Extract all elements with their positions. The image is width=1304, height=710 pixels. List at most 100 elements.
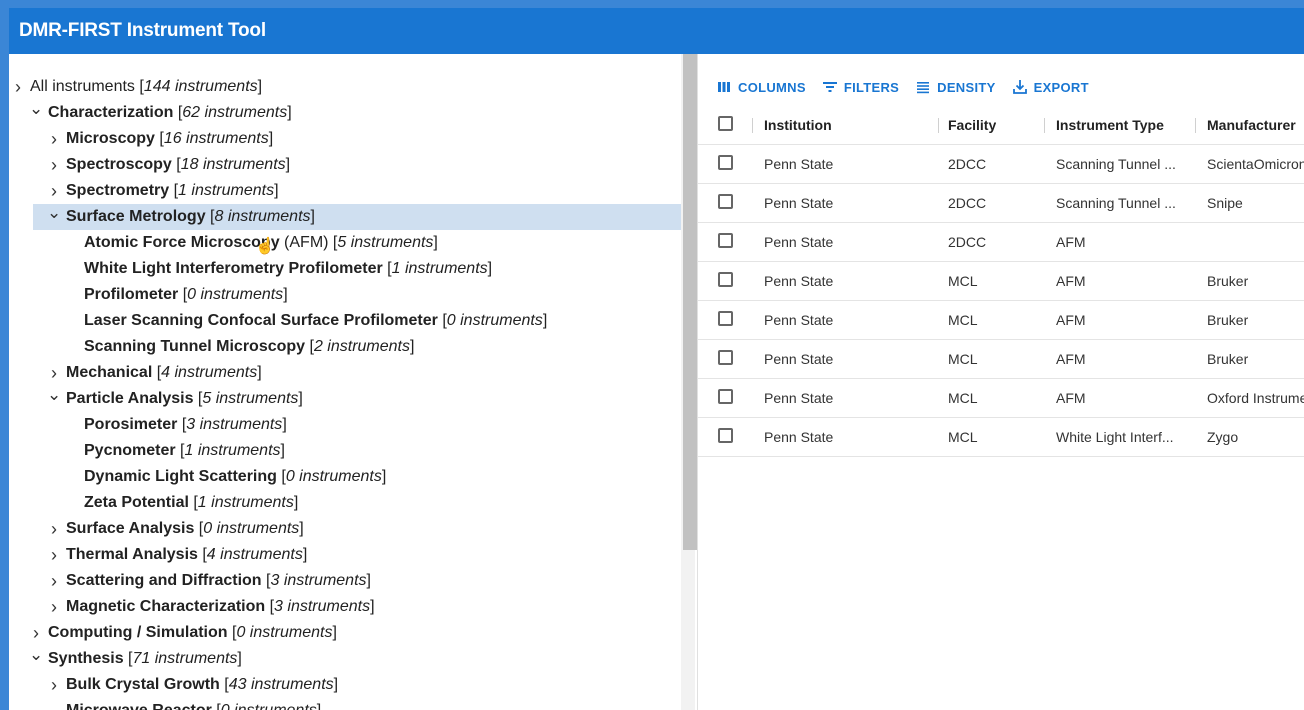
tree-node-scattering-and-diffraction[interactable]: › Scattering and Diffraction [3 instrumen… <box>9 568 681 594</box>
column-header-manufacturer[interactable]: Manufacturer <box>1207 106 1296 144</box>
column-separator[interactable] <box>752 118 753 133</box>
tree-node-synthesis[interactable]: ⌄ Synthesis [71 instruments] <box>9 645 681 672</box>
chevron-right-icon[interactable]: › <box>47 126 61 152</box>
tree-node-count-value: 18 instruments <box>180 156 286 173</box>
tree-node-count-value: 3 instruments <box>270 572 367 589</box>
tree-node-spectroscopy[interactable]: › Spectroscopy [18 instruments] <box>9 152 681 178</box>
tree-node-bulk-crystal-growth[interactable]: › Bulk Crystal Growth [43 instruments] <box>9 672 681 698</box>
chevron-right-icon[interactable]: › <box>47 516 61 542</box>
tree-node-name: Laser Scanning Confocal Surface Profilom… <box>84 312 438 329</box>
tree-node-laser-scanning-confocal-surface-profilometer[interactable]: Laser Scanning Confocal Surface Profilom… <box>9 308 681 334</box>
export-button[interactable]: EXPORT <box>1012 79 1089 95</box>
tree-scrollbar-thumb[interactable] <box>683 54 697 550</box>
tree-node-scanning-tunnel-microscopy[interactable]: Scanning Tunnel Microscopy [2 instrument… <box>9 334 681 360</box>
tree-node-label: Surface Metrology [8 instruments] <box>66 204 315 230</box>
table-row[interactable]: Penn State 2DCC Scanning Tunnel ... Snipe <box>698 184 1304 223</box>
tree-node-label: Spectroscopy [18 instruments] <box>66 152 290 178</box>
chevron-right-icon[interactable]: › <box>47 594 61 620</box>
tree-node-name: Microwave Reactor <box>66 702 212 710</box>
tree-node-magnetic-characterization[interactable]: › Magnetic Characterization [3 instrument… <box>9 594 681 620</box>
chevron-down-icon[interactable]: ⌄ <box>29 642 43 668</box>
chevron-right-icon[interactable]: › <box>11 74 25 100</box>
tree-node-label: Magnetic Characterization [3 instruments… <box>66 594 375 620</box>
tree-node-microscopy[interactable]: › Microscopy [16 instruments] <box>9 126 681 152</box>
chevron-down-icon[interactable]: ⌄ <box>29 96 43 122</box>
tree-node-spectrometry[interactable]: › Spectrometry [1 instruments] <box>9 178 681 204</box>
tree-node-thermal-analysis[interactable]: › Thermal Analysis [4 instruments] <box>9 542 681 568</box>
tree-node-dynamic-light-scattering[interactable]: Dynamic Light Scattering [0 instruments] <box>9 464 681 490</box>
tree-node-microwave-reactor[interactable]: Microwave Reactor [0 instruments] <box>9 698 681 710</box>
select-all-checkbox[interactable] <box>718 116 733 131</box>
tree-node-atomic-force-microscopy[interactable]: Atomic Force Microscopy (AFM) [5 instrum… <box>9 230 681 256</box>
table-row[interactable]: Penn State MCL White Light Interf... Zygo <box>698 418 1304 457</box>
tree-node-label: Characterization [62 instruments] <box>48 100 292 126</box>
tree-node-mechanical[interactable]: › Mechanical [4 instruments] <box>9 360 681 386</box>
tree-node-count-value: 1 instruments <box>178 182 275 199</box>
chevron-down-icon[interactable]: ⌄ <box>47 382 61 408</box>
tree-node-count: [43 instruments] <box>219 676 339 693</box>
tree-node-count-value: 144 instruments <box>143 78 258 95</box>
tree-node-count-value: 16 instruments <box>163 130 269 147</box>
tree-node-count: [0 instruments] <box>178 286 288 303</box>
tree-node-surface-metrology[interactable]: ⌄ Surface Metrology [8 instruments] <box>33 203 681 230</box>
chevron-right-icon[interactable]: › <box>47 152 61 178</box>
tree-node-count-value: 0 instruments <box>187 286 284 303</box>
table-row[interactable]: Penn State MCL AFM Bruker <box>698 301 1304 340</box>
tree-node-particle-analysis[interactable]: ⌄ Particle Analysis [5 instruments] <box>9 385 681 412</box>
filters-button[interactable]: FILTERS <box>822 79 899 95</box>
cell-manufacturer: Bruker <box>1207 312 1249 328</box>
table-row[interactable]: Penn State MCL AFM Bruker <box>698 262 1304 301</box>
tree-node-profilometer[interactable]: Profilometer [0 instruments] <box>9 282 681 308</box>
tree-node-count-value: 3 instruments <box>186 416 283 433</box>
table-row[interactable]: Penn State 2DCC AFM <box>698 223 1304 262</box>
tree-node-count: [1 instruments] <box>382 260 493 277</box>
tree-node-porosimeter[interactable]: Porosimeter [3 instruments] <box>9 412 681 438</box>
tree-node-pycnometer[interactable]: Pycnometer [1 instruments] <box>9 438 681 464</box>
tree-node-count-value: 4 instruments <box>161 364 258 381</box>
columns-button[interactable]: COLUMNS <box>716 79 806 95</box>
column-separator[interactable] <box>938 118 939 133</box>
tree-node-label: Profilometer [0 instruments] <box>84 282 288 308</box>
tree-node-characterization[interactable]: ⌄ Characterization [62 instruments] <box>9 99 681 126</box>
tree-node-count-value: 3 instruments <box>274 598 371 615</box>
row-checkbox[interactable] <box>718 428 733 443</box>
tree-node-white-light-interferometry-profilometer[interactable]: White Light Interferometry Profilometer … <box>9 256 681 282</box>
chevron-right-icon[interactable]: › <box>47 672 61 698</box>
tree-node-label: Microscopy [16 instruments] <box>66 126 273 152</box>
tree-node-name: Surface Metrology <box>66 208 206 225</box>
cell-manufacturer: Zygo <box>1207 429 1239 445</box>
tree-node-name: All instruments <box>30 78 135 95</box>
row-checkbox[interactable] <box>718 155 733 170</box>
panel-splitter[interactable] <box>681 54 697 710</box>
column-header-facility[interactable]: Facility <box>948 106 996 144</box>
cell-instrument-type: AFM <box>1056 312 1086 328</box>
table-row[interactable]: Penn State MCL AFM Bruker <box>698 340 1304 379</box>
cell-facility: 2DCC <box>948 234 987 250</box>
row-checkbox[interactable] <box>718 233 733 248</box>
density-button[interactable]: DENSITY <box>915 79 995 95</box>
chevron-right-icon[interactable]: › <box>47 568 61 594</box>
tree-node-count-value: 8 instruments <box>214 208 311 225</box>
chevron-down-icon[interactable]: ⌄ <box>47 200 61 226</box>
tree-node-surface-analysis[interactable]: › Surface Analysis [0 instruments] <box>9 516 681 542</box>
chevron-right-icon[interactable]: › <box>47 542 61 568</box>
column-header-instrument-type[interactable]: Instrument Type <box>1056 106 1164 144</box>
tree-node-zeta-potential[interactable]: Zeta Potential [1 instruments] <box>9 490 681 516</box>
row-checkbox[interactable] <box>718 389 733 404</box>
column-separator[interactable] <box>1044 118 1045 133</box>
table-row[interactable]: Penn State MCL AFM Oxford Instruments <box>698 379 1304 418</box>
column-separator[interactable] <box>1195 118 1196 133</box>
tree-node-count: [16 instruments] <box>154 130 274 147</box>
tree-node-count-value: 5 instruments <box>337 234 434 251</box>
table-row[interactable]: Penn State 2DCC Scanning Tunnel ... Scienta… <box>698 145 1304 184</box>
row-checkbox[interactable] <box>718 194 733 209</box>
tree-node-label: Synthesis [71 instruments] <box>48 646 242 672</box>
tree-node-all-instruments[interactable]: › All instruments [144 instruments] <box>9 74 681 100</box>
column-header-institution[interactable]: Institution <box>764 106 832 144</box>
density-label: DENSITY <box>937 79 996 95</box>
cell-instrument-type: White Light Interf... <box>1056 429 1174 445</box>
row-checkbox[interactable] <box>718 311 733 326</box>
row-checkbox[interactable] <box>718 272 733 287</box>
row-checkbox[interactable] <box>718 350 733 365</box>
tree-node-computing-simulation[interactable]: › Computing / Simulation [0 instruments] <box>9 620 681 646</box>
